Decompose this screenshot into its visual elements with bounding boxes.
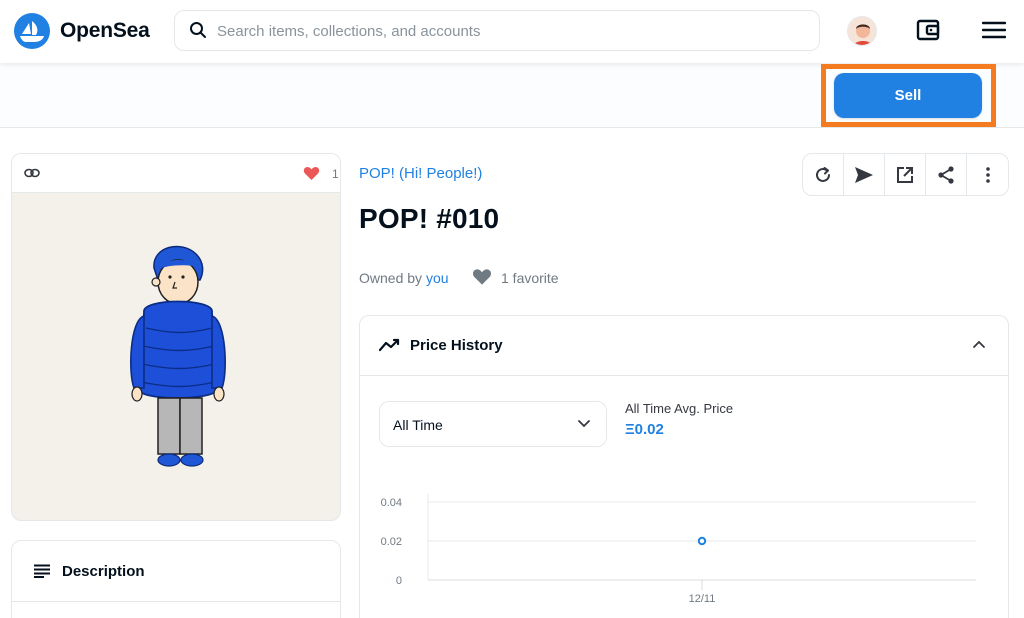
favorites-count-text: 1 favorite (501, 270, 559, 286)
search-input[interactable] (217, 20, 807, 42)
chart-y-tick-label: 0.02 (381, 536, 402, 548)
nft-artwork-image (130, 245, 226, 467)
top-navbar: OpenSea (0, 0, 1024, 63)
hamburger-menu-icon[interactable] (982, 20, 1006, 40)
avg-price-value: Ξ0.02 (625, 421, 664, 438)
blockchain-icon (24, 168, 40, 178)
description-panel: Description (11, 540, 341, 618)
refresh-icon (816, 166, 830, 182)
more-options-button[interactable] (967, 154, 1008, 195)
chevron-down-icon (578, 420, 590, 428)
chart-y-tick-label: 0.04 (381, 497, 402, 509)
share-button[interactable] (926, 154, 967, 195)
share-icon (938, 165, 954, 184)
collection-link[interactable]: POP! (Hi! People!) (359, 165, 482, 182)
owned-by-label: Owned by (359, 270, 423, 286)
external-link-icon (897, 166, 913, 183)
asset-title: POP! #010 (359, 203, 500, 234)
image-card-header: 1 (12, 154, 340, 193)
favorite-heart-icon[interactable] (303, 166, 320, 181)
asset-actions (802, 153, 1009, 196)
brand-name[interactable]: OpenSea (60, 19, 150, 43)
sell-button-highlight (821, 64, 996, 127)
chart-data-point (697, 536, 707, 546)
price-history-chart: 0.04 0.02 0 12/11 (381, 494, 976, 605)
asset-image-card: 1 (11, 153, 341, 521)
time-range-value: All Time (393, 417, 443, 433)
avg-price-label: All Time Avg. Price (625, 401, 734, 416)
chart-x-tick-label: 12/11 (689, 593, 716, 605)
wallet-icon[interactable] (915, 17, 941, 43)
description-lines-icon (34, 564, 50, 578)
search-icon (190, 22, 206, 38)
owner-link[interactable]: you (426, 270, 449, 286)
opensea-logo-icon[interactable] (14, 13, 50, 49)
chevron-up-icon[interactable] (972, 339, 986, 349)
description-header[interactable]: Description (12, 541, 340, 602)
price-history-title: Price History (410, 337, 503, 354)
trend-line-icon (379, 338, 400, 352)
price-history-panel: Price History All Time All Time Avg. Pri… (359, 315, 1009, 618)
avatar[interactable] (847, 16, 877, 46)
send-icon (855, 166, 873, 183)
chart-y-tick-label: 0 (396, 575, 402, 587)
external-link-button[interactable] (885, 154, 926, 195)
time-range-select[interactable]: All Time (379, 401, 607, 447)
description-title: Description (62, 563, 145, 580)
heart-icon (472, 269, 492, 285)
opensea-asset-page: OpenSea Search items, collections, and a… (0, 0, 1024, 618)
search-bar[interactable] (174, 10, 820, 51)
refresh-button[interactable] (803, 154, 844, 195)
favorite-count: 1 (332, 167, 339, 181)
transfer-button[interactable] (844, 154, 885, 195)
more-vertical-icon (985, 166, 990, 183)
price-history-header[interactable]: Price History (360, 316, 1008, 376)
owner-info: Owned by you (359, 270, 449, 286)
